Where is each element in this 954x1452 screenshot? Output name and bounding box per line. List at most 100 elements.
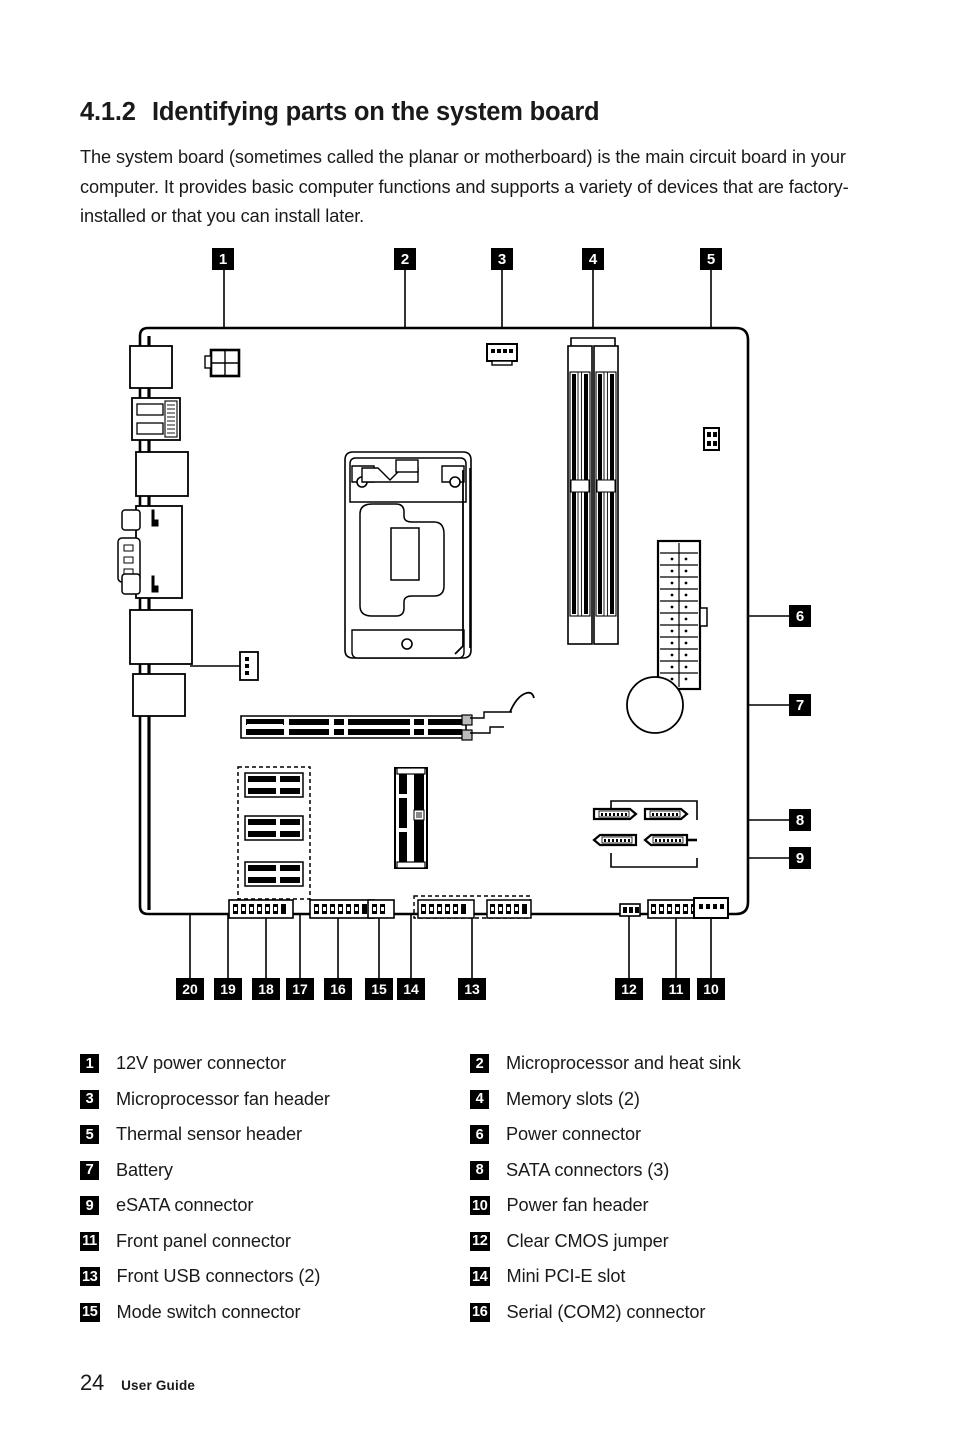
svg-text:3: 3 <box>498 251 506 268</box>
legend-label: Mode switch connector <box>116 1301 301 1322</box>
legend-item: 12 Clear CMOS jumper <box>470 1224 850 1260</box>
pcie-x1-slot-2 <box>244 815 304 841</box>
legend-item: 6 Power connector <box>470 1117 850 1153</box>
front-usb-connector-2 <box>486 899 532 919</box>
cmos-battery <box>626 676 684 734</box>
svg-text:8: 8 <box>796 812 804 829</box>
svg-text:20: 20 <box>182 981 198 997</box>
pcie-x1-slot-group <box>237 766 311 900</box>
legend-badge: 1 <box>80 1054 99 1074</box>
callout-bottom-12: 12 <box>615 978 643 1000</box>
callout-top-1: 1 <box>212 248 234 270</box>
legend-badge: 15 <box>80 1302 100 1322</box>
callout-top-3: 3 <box>491 248 513 270</box>
legend-item: 1 12V power connector <box>80 1046 460 1082</box>
legend-label: Clear CMOS jumper <box>506 1230 669 1251</box>
callout-bottom-19: 19 <box>214 978 242 1000</box>
legend-label: 12V power connector <box>116 1053 286 1074</box>
jumper-clear-cmos <box>619 903 641 917</box>
legend-label: eSATA connector <box>116 1195 254 1216</box>
connector-12v-power <box>204 348 241 378</box>
svg-text:15: 15 <box>371 981 387 997</box>
legend-badge: 10 <box>470 1196 490 1216</box>
dimm-slot-1 <box>567 345 593 645</box>
header-power-fan <box>693 897 729 919</box>
legend-badge: 8 <box>470 1160 489 1180</box>
mini-pcie-slot <box>394 767 428 869</box>
io-lan-usb-block <box>131 397 181 441</box>
footer-label: User Guide <box>121 1378 196 1393</box>
svg-text:4: 4 <box>589 251 598 268</box>
legend-badge: 2 <box>470 1054 489 1074</box>
pcie-x1-slot-3 <box>244 861 304 887</box>
callout-bottom-20: 20 <box>176 978 204 1000</box>
svg-text:7: 7 <box>796 697 804 714</box>
header-thermal-sensor <box>703 427 720 451</box>
svg-text:17: 17 <box>292 981 308 997</box>
callout-bottom-16: 16 <box>324 978 352 1000</box>
legend-label: SATA connectors (3) <box>506 1159 670 1180</box>
legend-badge: 3 <box>80 1089 99 1109</box>
front-usb-connector-1 <box>417 899 475 919</box>
legend-label: Front panel connector <box>116 1230 291 1251</box>
page-title: 4.1.2 Identifying parts on the system boa… <box>80 98 600 127</box>
callout-top-5: 5 <box>700 248 722 270</box>
svg-text:10: 10 <box>703 981 719 997</box>
callout-right-8: 8 <box>789 809 811 831</box>
section-number: 4.1.2 <box>80 98 136 126</box>
header-bottom-1 <box>228 899 294 919</box>
sata-port-1 <box>592 807 638 821</box>
intro-paragraph: The system board (sometimes called the p… <box>80 147 849 226</box>
legend-badge: 6 <box>470 1125 489 1145</box>
legend-item: 16 Serial (COM2) connector <box>470 1295 850 1331</box>
pcie-x1-slot-1 <box>244 772 304 798</box>
callout-bottom-11: 11 <box>662 978 690 1000</box>
legend-item: 9 eSATA connector <box>80 1188 460 1224</box>
legend-label: Mini PCI-E slot <box>506 1266 626 1287</box>
footer-page-number: 24 <box>80 1370 105 1395</box>
dimm-slot-2 <box>593 345 619 645</box>
legend-label: Thermal sensor header <box>116 1124 302 1145</box>
svg-text:1: 1 <box>219 251 227 268</box>
parts-legend: 1 12V power connector 2 Microprocessor a… <box>80 1046 880 1330</box>
legend-badge: 9 <box>80 1196 99 1216</box>
callout-bottom-15: 15 <box>365 978 393 1000</box>
svg-text:14: 14 <box>403 981 419 997</box>
legend-item: 10 Power fan header <box>470 1188 850 1224</box>
legend-label: Memory slots (2) <box>506 1088 640 1109</box>
callout-bottom-13: 13 <box>458 978 486 1000</box>
svg-text:5: 5 <box>707 251 715 268</box>
svg-text:18: 18 <box>258 981 274 997</box>
header-serial-com2 <box>309 899 375 919</box>
header-microprocessor-fan <box>486 343 518 366</box>
callout-bottom-17: 17 <box>286 978 314 1000</box>
system-board-diagram: 1 2 3 4 5 6 7 8 9 20 19 18 17 16 15 14 1… <box>0 238 954 1018</box>
callout-right-7: 7 <box>789 694 811 716</box>
front-usb-connector-group <box>413 895 532 919</box>
legend-badge: 7 <box>80 1160 99 1180</box>
cpu-socket-and-heatsink <box>344 451 472 659</box>
sata-port-2 <box>643 807 689 821</box>
legend-label: Microprocessor and heat sink <box>506 1053 741 1074</box>
callout-top-4: 4 <box>582 248 604 270</box>
page-footer: 24 User Guide <box>80 1370 195 1396</box>
legend-label: Battery <box>116 1159 173 1180</box>
legend-badge: 14 <box>470 1267 490 1287</box>
legend-label: Microprocessor fan header <box>116 1088 330 1109</box>
sata-port-3 <box>643 833 689 847</box>
svg-text:19: 19 <box>220 981 236 997</box>
svg-text:13: 13 <box>464 981 480 997</box>
legend-label: Front USB connectors (2) <box>116 1266 321 1287</box>
svg-text:9: 9 <box>796 850 804 867</box>
legend-item: 4 Memory slots (2) <box>470 1082 850 1118</box>
esata-port <box>592 833 638 847</box>
legend-item: 5 Thermal sensor header <box>80 1117 460 1153</box>
svg-text:2: 2 <box>401 251 409 268</box>
header-mode-switch <box>367 899 395 919</box>
legend-item: 7 Battery <box>80 1153 460 1189</box>
section-title: Identifying parts on the system board <box>152 98 600 126</box>
io-video-serial-block <box>117 505 183 599</box>
callout-bottom-10: 10 <box>697 978 725 1000</box>
legend-item: 15 Mode switch connector <box>80 1295 460 1331</box>
legend-item: 13 Front USB connectors (2) <box>80 1259 460 1295</box>
